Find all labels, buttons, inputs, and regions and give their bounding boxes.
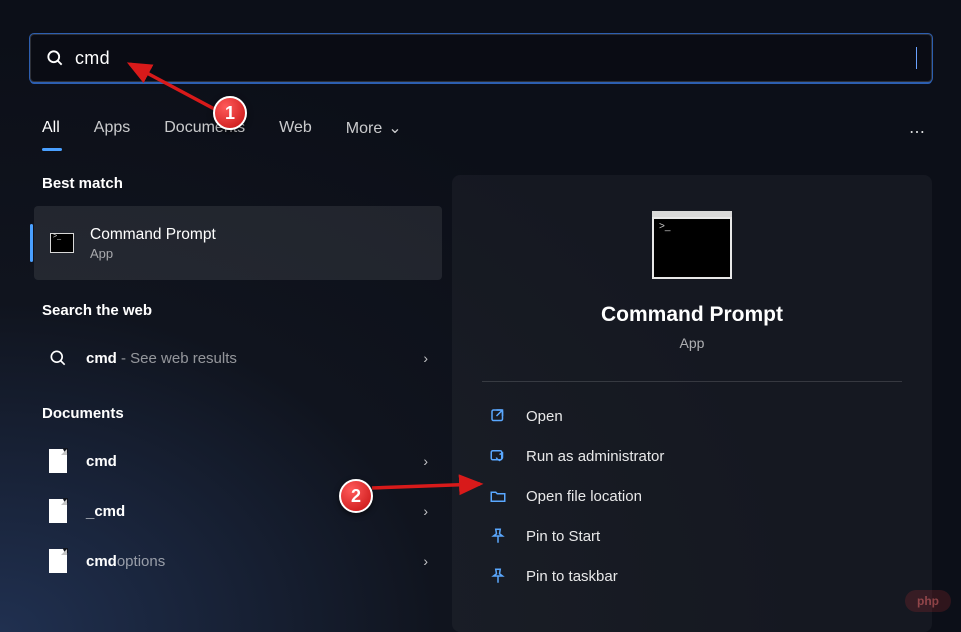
chevron-down-icon: ⌄: [388, 120, 401, 137]
web-result-bold: cmd: [86, 350, 117, 367]
chevron-right-icon: ›: [423, 503, 428, 519]
best-match-subtitle: App: [90, 246, 428, 261]
preview-terminal-icon: [652, 217, 732, 279]
action-label: Pin to taskbar: [526, 568, 618, 585]
document-result[interactable]: cmdoptions ›: [30, 536, 442, 586]
web-result-rest: - See web results: [117, 350, 237, 367]
annotation-marker-1: 1: [213, 96, 247, 130]
best-match-title: Command Prompt: [90, 226, 428, 244]
action-label: Open file location: [526, 488, 642, 505]
tab-more-label: More: [346, 120, 382, 137]
text-cursor: [916, 47, 917, 69]
results-column: Best match Command Prompt App Search the…: [30, 175, 442, 586]
divider: [482, 381, 902, 382]
preview-subtitle: App: [482, 335, 902, 351]
search-icon: [44, 344, 72, 372]
chevron-right-icon: ›: [423, 553, 428, 569]
action-pin-taskbar[interactable]: Pin to taskbar: [482, 556, 902, 596]
action-open[interactable]: Open: [482, 396, 902, 436]
overflow-menu-icon[interactable]: ⋯: [909, 122, 927, 142]
chevron-right-icon: ›: [423, 350, 428, 366]
web-search-result[interactable]: cmd - See web results ›: [30, 333, 442, 383]
best-match-result[interactable]: Command Prompt App: [34, 206, 442, 280]
action-pin-start[interactable]: Pin to Start: [482, 516, 902, 556]
action-run-as-admin[interactable]: Run as administrator: [482, 436, 902, 476]
open-icon: [488, 406, 508, 426]
section-best-match: Best match: [42, 175, 442, 192]
annotation-arrow-2: [368, 478, 488, 498]
doc-result-bold: cmd: [86, 553, 117, 570]
tab-web[interactable]: Web: [279, 119, 312, 151]
doc-result-bold: cmd: [94, 503, 125, 520]
tab-more[interactable]: More ⌄: [346, 118, 402, 152]
section-documents: Documents: [42, 405, 442, 422]
annotation-marker-2: 2: [339, 479, 373, 513]
preview-pane: Command Prompt App Open Run as administr…: [452, 175, 932, 632]
watermark: php: [905, 590, 951, 612]
doc-result-rest: options: [117, 553, 165, 570]
search-icon: [45, 48, 65, 68]
pin-icon: [488, 526, 508, 546]
file-icon: [44, 497, 72, 525]
chevron-right-icon: ›: [423, 453, 428, 469]
action-label: Open: [526, 408, 563, 425]
shield-admin-icon: [488, 446, 508, 466]
action-label: Run as administrator: [526, 448, 664, 465]
folder-icon: [488, 486, 508, 506]
section-search-web: Search the web: [42, 302, 442, 319]
action-open-file-location[interactable]: Open file location: [482, 476, 902, 516]
doc-result-bold: cmd: [86, 453, 117, 470]
action-label: Pin to Start: [526, 528, 600, 545]
pin-icon: [488, 566, 508, 586]
preview-title: Command Prompt: [482, 303, 902, 327]
terminal-icon: [48, 229, 76, 257]
file-icon: [44, 447, 72, 475]
tab-all[interactable]: All: [42, 119, 60, 151]
file-icon: [44, 547, 72, 575]
